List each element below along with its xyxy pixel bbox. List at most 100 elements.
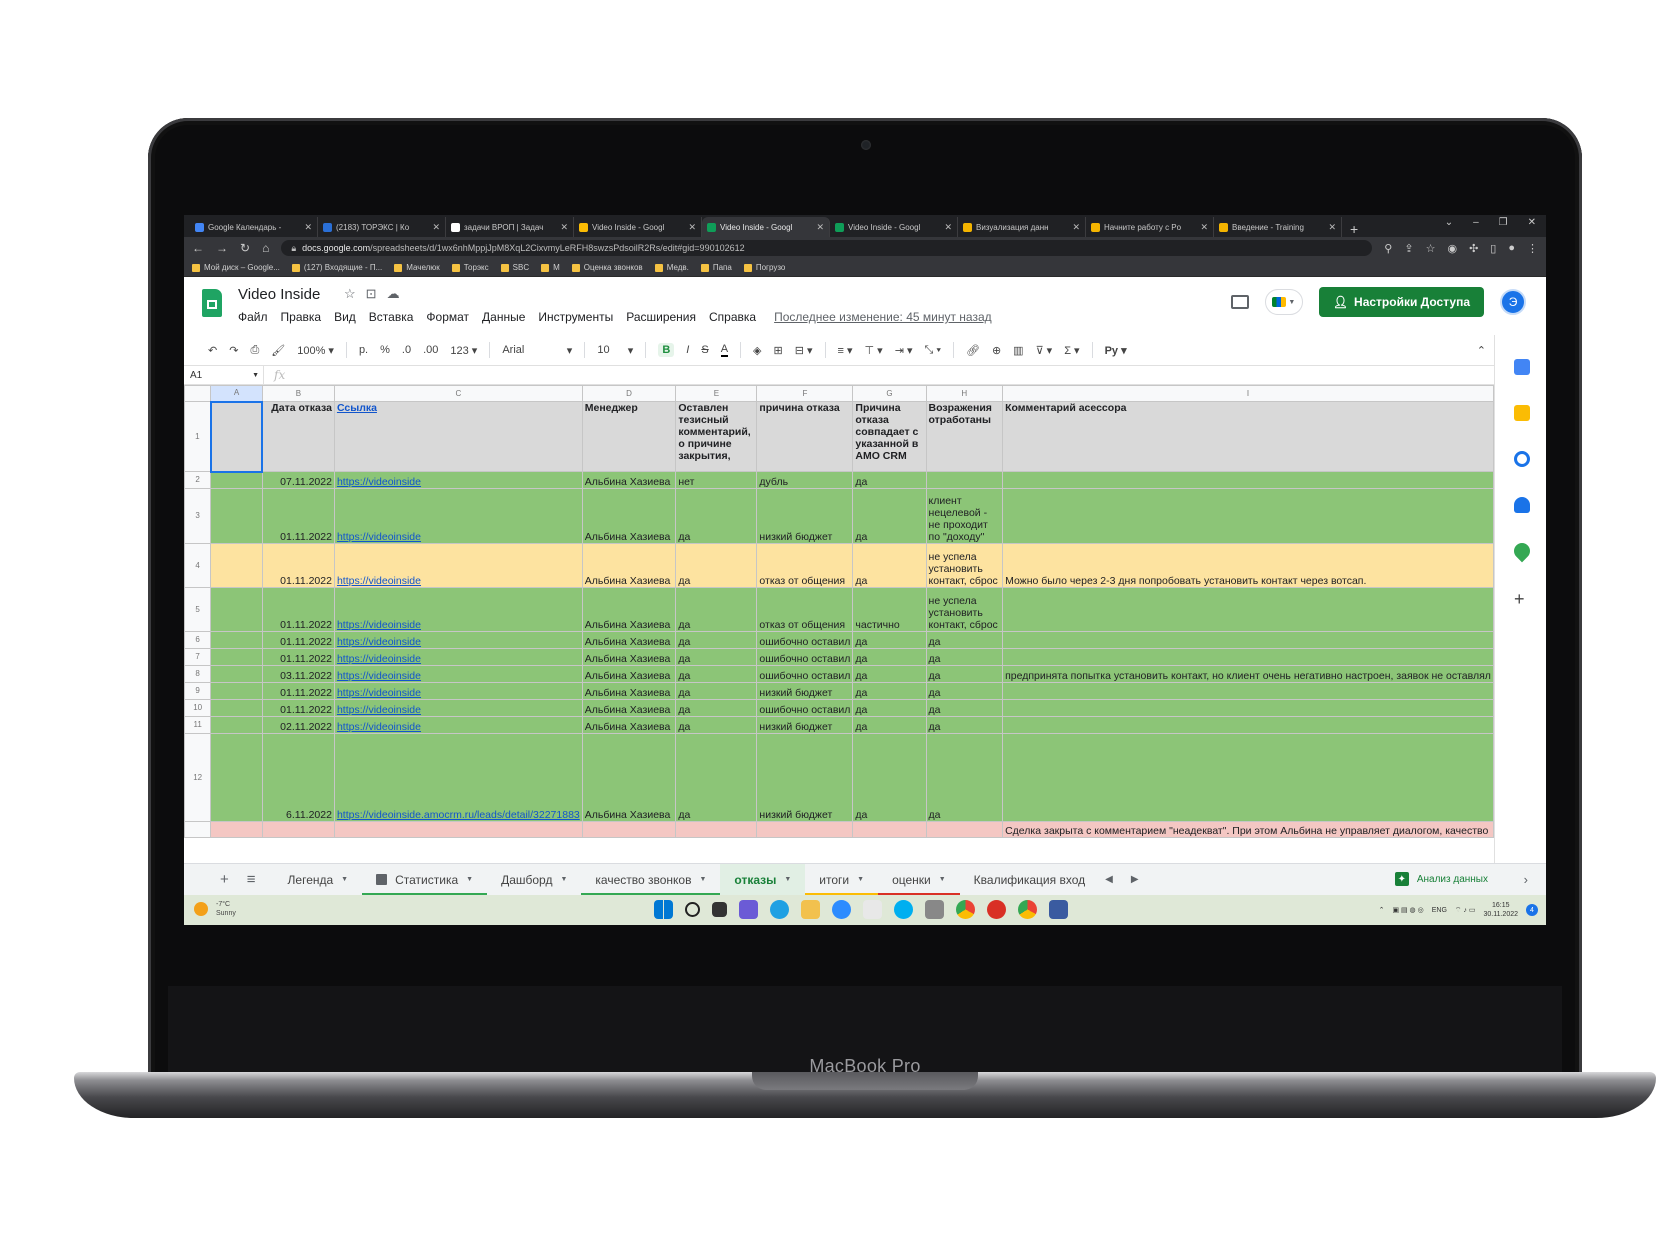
cell[interactable]: 01.11.2022	[261, 631, 335, 649]
menu-item[interactable]: Правка	[281, 310, 322, 324]
font-select[interactable]: Arial ▾	[502, 344, 572, 357]
cell[interactable]: предпринята попытка установить контакт, …	[1002, 665, 1494, 683]
sheet-tab[interactable]: качество звонков ▼	[581, 864, 721, 896]
minimize-icon[interactable]: –	[1473, 217, 1479, 228]
cell[interactable]: низкий бюджет	[756, 488, 854, 544]
text-color-button[interactable]: A	[720, 343, 729, 357]
font-size-select[interactable]: 10 ▾	[597, 344, 633, 357]
cell[interactable]	[925, 471, 1004, 489]
chat-icon[interactable]	[739, 900, 758, 919]
weather-widget[interactable]: -7°C Sunny	[194, 900, 236, 918]
add-addon-icon[interactable]: +	[1514, 589, 1525, 610]
sheet-tab[interactable]: Легенда ▼	[274, 864, 363, 896]
sheets-logo-icon[interactable]	[202, 289, 222, 317]
cell[interactable]: да	[925, 648, 1004, 666]
cell[interactable]: нет	[675, 471, 758, 489]
cell[interactable]: Оставлен тезисный комментарий, о причине…	[675, 401, 758, 472]
last-edit-link[interactable]: Последнее изменение: 45 минут назад	[774, 310, 992, 324]
row-header[interactable]: 3	[184, 488, 212, 544]
cell[interactable]	[333, 821, 583, 838]
sheet-tab[interactable]: Дашборд ▼	[487, 864, 581, 896]
chrome-icon[interactable]	[956, 900, 975, 919]
document-title[interactable]: Video Inside	[238, 286, 320, 303]
menu-item[interactable]: Инструменты	[538, 310, 613, 324]
vertical-align-icon[interactable]: ⊤ ▾	[865, 344, 883, 357]
cell[interactable]: да	[925, 733, 1004, 822]
menu-item[interactable]: Файл	[238, 310, 268, 324]
cell[interactable]	[1002, 471, 1494, 489]
cell[interactable]: https://videoinside	[333, 665, 583, 683]
cell[interactable]: да	[852, 488, 927, 544]
tab-search-icon[interactable]: ⌄	[1445, 217, 1453, 228]
cell[interactable]: Альбина Хазиева	[581, 699, 677, 717]
cell[interactable]: да	[852, 631, 927, 649]
cell[interactable]	[210, 733, 263, 822]
sheet-tab[interactable]: итоги ▼	[805, 864, 879, 896]
cell[interactable]: да	[852, 733, 927, 822]
tab-close-icon[interactable]: ✕	[560, 222, 568, 233]
cell[interactable]: да	[675, 631, 758, 649]
maps-icon[interactable]	[1510, 539, 1534, 563]
tab-close-icon[interactable]: ✕	[1200, 222, 1208, 233]
wifi-icon[interactable]: ⌔ ♪ ▭	[1455, 906, 1476, 915]
reload-icon[interactable]: ↻	[240, 241, 250, 255]
cell[interactable]	[1002, 716, 1494, 734]
select-all-corner[interactable]	[184, 385, 212, 402]
decrease-decimal-button[interactable]: .0	[402, 344, 411, 356]
cell[interactable]: Альбина Хазиева	[581, 631, 677, 649]
cell[interactable]	[1002, 631, 1494, 649]
chevron-down-icon[interactable]: ▼	[341, 876, 348, 883]
show-side-panel-icon[interactable]: ›	[1524, 872, 1528, 887]
cell[interactable]: да	[675, 699, 758, 717]
teams-icon[interactable]	[1049, 900, 1068, 919]
insert-chart-icon[interactable]: ▥	[1013, 344, 1023, 357]
cell[interactable]	[925, 821, 1004, 838]
cell[interactable]: Менеджер	[581, 401, 677, 472]
cell[interactable]: да	[852, 716, 927, 734]
print-icon[interactable]: ⎙	[250, 344, 259, 357]
zoom-select[interactable]: 100% ▾	[297, 344, 334, 357]
tab-close-icon[interactable]: ✕	[944, 222, 952, 233]
cell[interactable]: ошибочно оставил	[756, 665, 854, 683]
cell[interactable]: да	[852, 682, 927, 700]
cell[interactable]: ошибочно оставил	[756, 631, 854, 649]
cell[interactable]: да	[852, 699, 927, 717]
cell[interactable]: да	[675, 716, 758, 734]
column-header[interactable]: D	[581, 385, 677, 402]
cell[interactable]: Альбина Хазиева	[581, 587, 677, 632]
add-sheet-icon[interactable]: +	[220, 871, 229, 888]
cell[interactable]: Альбина Хазиева	[581, 471, 677, 489]
tab-close-icon[interactable]: ✕	[688, 222, 696, 233]
cell[interactable]: причина отказа	[756, 401, 854, 472]
cell[interactable]: https://videoinside	[333, 488, 583, 544]
name-box[interactable]: A1 ▼	[184, 366, 264, 384]
restore-icon[interactable]: ❐	[1499, 217, 1508, 228]
zoom-app-icon[interactable]	[832, 900, 851, 919]
cell[interactable]: да	[925, 682, 1004, 700]
row-header[interactable]: 4	[184, 543, 212, 588]
cell[interactable]: https://videoinside	[333, 587, 583, 632]
functions-icon[interactable]: Σ ▾	[1064, 344, 1079, 357]
cell[interactable]: 01.11.2022	[261, 543, 335, 588]
paint-format-icon[interactable]: 🖌︎	[271, 344, 285, 357]
messenger-icon[interactable]	[987, 900, 1006, 919]
cell[interactable]: https://videoinside	[333, 471, 583, 489]
cell[interactable]: да	[852, 471, 927, 489]
text-wrap-icon[interactable]: ⇥ ▾	[895, 344, 913, 357]
cell[interactable]	[1002, 587, 1494, 632]
tab-close-icon[interactable]: ✕	[1328, 222, 1336, 233]
cell[interactable]: Причина отказа совпадает с указанной в A…	[852, 401, 927, 472]
cell[interactable]: 6.11.2022	[261, 733, 335, 822]
cell[interactable]	[210, 471, 263, 489]
cell[interactable]: да	[675, 648, 758, 666]
bookmark-item[interactable]: Медв.	[654, 263, 689, 272]
scroll-tabs-left-icon[interactable]: ◀	[1105, 874, 1113, 885]
app-icon[interactable]	[925, 900, 944, 919]
cell[interactable]	[675, 821, 758, 838]
notes-icon[interactable]	[863, 900, 882, 919]
comments-icon[interactable]	[1230, 295, 1249, 309]
currency-format-button[interactable]: р.	[359, 344, 368, 356]
contacts-icon[interactable]	[1514, 497, 1530, 513]
cell[interactable]: низкий бюджет	[756, 733, 854, 822]
row-header[interactable]: 8	[184, 665, 212, 683]
